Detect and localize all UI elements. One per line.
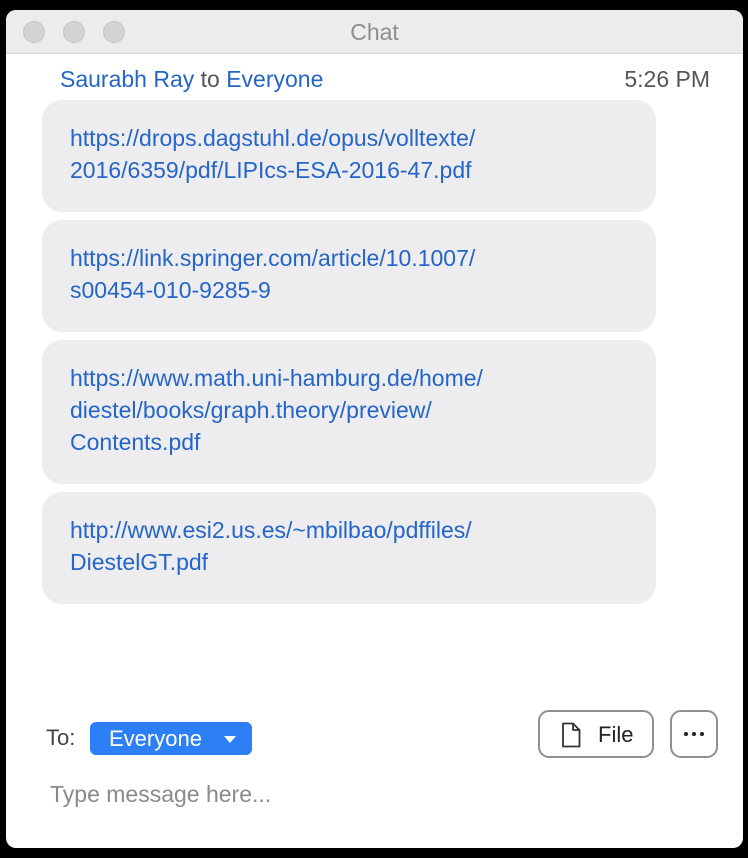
title-bar[interactable]: Chat <box>6 10 743 54</box>
message-bubble: https://www.math.uni-hamburg.de/home/ di… <box>42 340 656 484</box>
file-button-label: File <box>598 722 634 747</box>
window-title: Chat <box>350 19 399 45</box>
message-bubble: http://www.esi2.us.es/~mbilbao/pdffiles/… <box>42 492 656 604</box>
link-line[interactable]: DiestelGT.pdf <box>70 549 208 575</box>
message-input[interactable] <box>50 776 700 812</box>
link-line[interactable]: 2016/6359/pdf/LIPIcs-ESA-2016-47.pdf <box>70 157 472 183</box>
chat-window: Chat Saurabh Ray to Everyone 5:26 PM htt… <box>6 10 743 848</box>
link-line[interactable]: diestel/books/graph.theory/preview/ <box>70 397 432 423</box>
message-header: Saurabh Ray to Everyone <box>60 66 323 93</box>
link-line[interactable]: s00454-010-9285-9 <box>70 277 271 303</box>
sender-name[interactable]: Saurabh Ray <box>60 66 194 92</box>
to-label: To: <box>46 725 76 750</box>
message-bubble: https://link.springer.com/article/10.100… <box>42 220 656 332</box>
link-line[interactable]: Contents.pdf <box>70 429 200 455</box>
more-options-button[interactable] <box>670 710 718 758</box>
link-line[interactable]: http://www.esi2.us.es/~mbilbao/pdffiles/ <box>70 517 472 543</box>
message-recipient[interactable]: Everyone <box>226 66 323 92</box>
recipient-label: Everyone <box>109 726 202 751</box>
link-line[interactable]: https://link.springer.com/article/10.100… <box>70 245 475 271</box>
document-icon <box>562 722 581 748</box>
file-button[interactable]: File <box>538 710 654 758</box>
link-line[interactable]: https://www.math.uni-hamburg.de/home/ <box>70 365 483 391</box>
header-connector: to <box>200 66 220 92</box>
message-timestamp: 5:26 PM <box>624 66 710 92</box>
caret-down-icon <box>224 736 236 743</box>
message-bubble: https://drops.dagstuhl.de/opus/volltexte… <box>42 100 656 212</box>
link-line[interactable]: https://drops.dagstuhl.de/opus/volltexte… <box>70 125 475 151</box>
recipient-dropdown[interactable]: Everyone <box>90 722 252 755</box>
